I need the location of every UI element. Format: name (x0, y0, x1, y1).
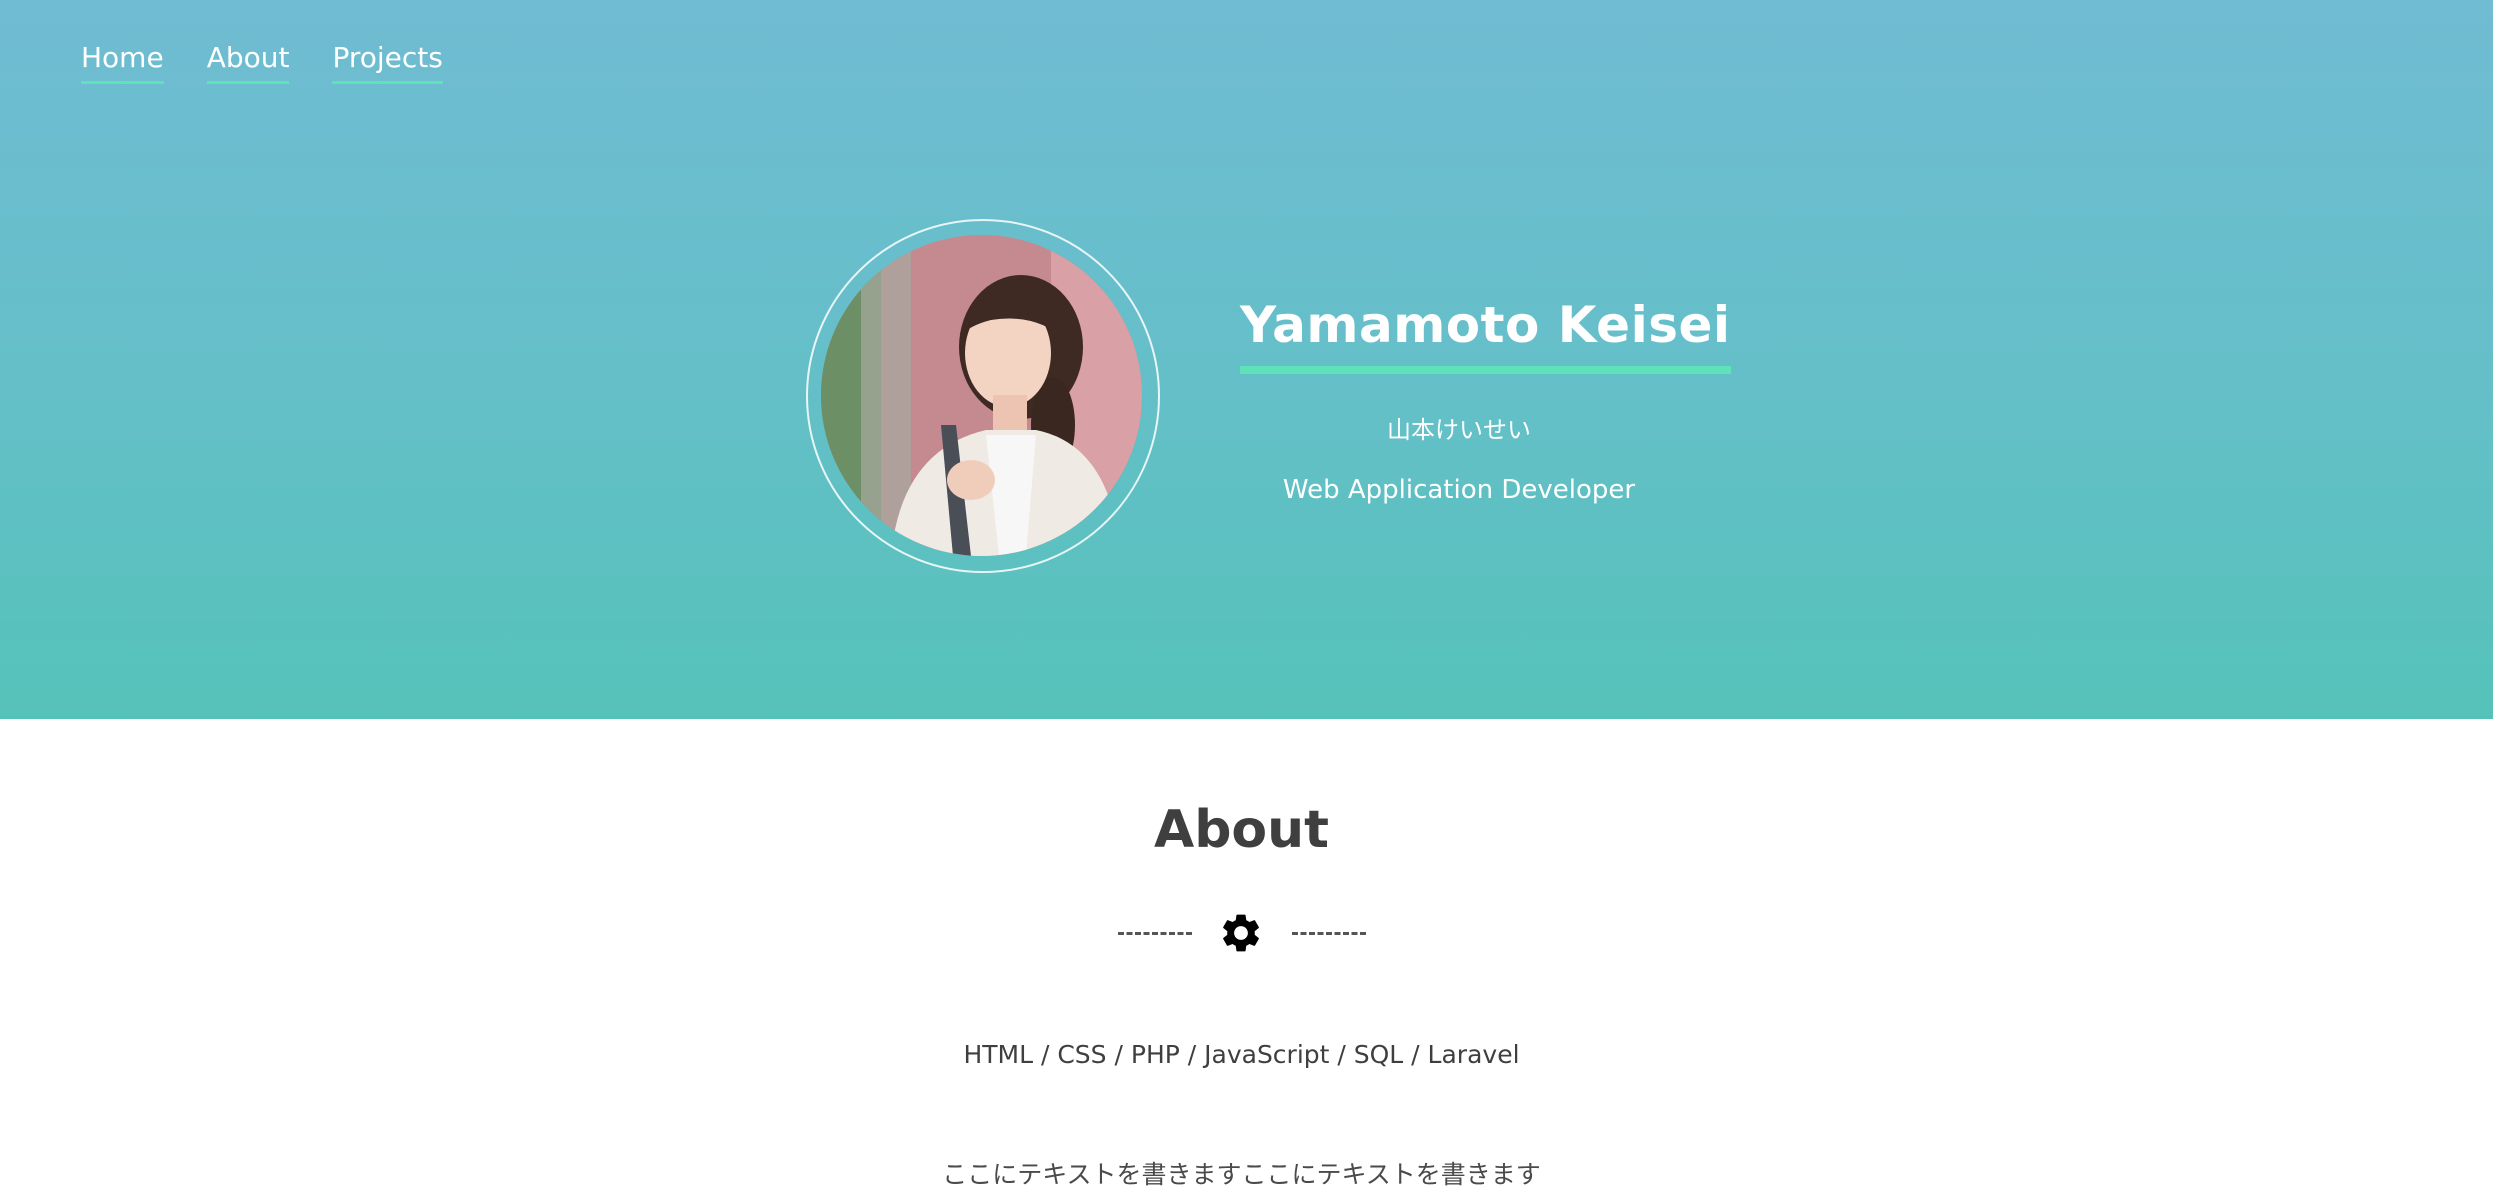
section-divider (1118, 908, 1366, 958)
about-title: About (1153, 800, 1330, 860)
profile-name: Yamamoto Keisei (1240, 296, 1731, 374)
avatar-photo (821, 235, 1142, 556)
about-text: ここにテキストを書きますここにテキストを書きます (942, 1160, 1541, 1189)
gear-icon (1223, 914, 1259, 952)
skills-list: HTML / CSS / PHP / JavaScript / SQL / La… (963, 1040, 1520, 1069)
nav-home-link[interactable]: Home (81, 40, 164, 84)
nav-about-link[interactable]: About (206, 40, 290, 84)
nav-projects-link[interactable]: Projects (332, 40, 443, 84)
main-nav: Home About Projects (81, 40, 443, 84)
divider-dash-left (1118, 932, 1192, 935)
profile-name-kana: 山本けいせい (1387, 416, 1531, 444)
hero-section: Home About Projects Yamamoto Keisei 山本けい… (0, 0, 2493, 719)
profile-role: Web Application Developer (1282, 475, 1636, 505)
divider-dash-right (1292, 932, 1366, 935)
profile-header: Yamamoto Keisei 山本けいせい Web Application D… (1240, 296, 1731, 505)
avatar (821, 235, 1142, 556)
